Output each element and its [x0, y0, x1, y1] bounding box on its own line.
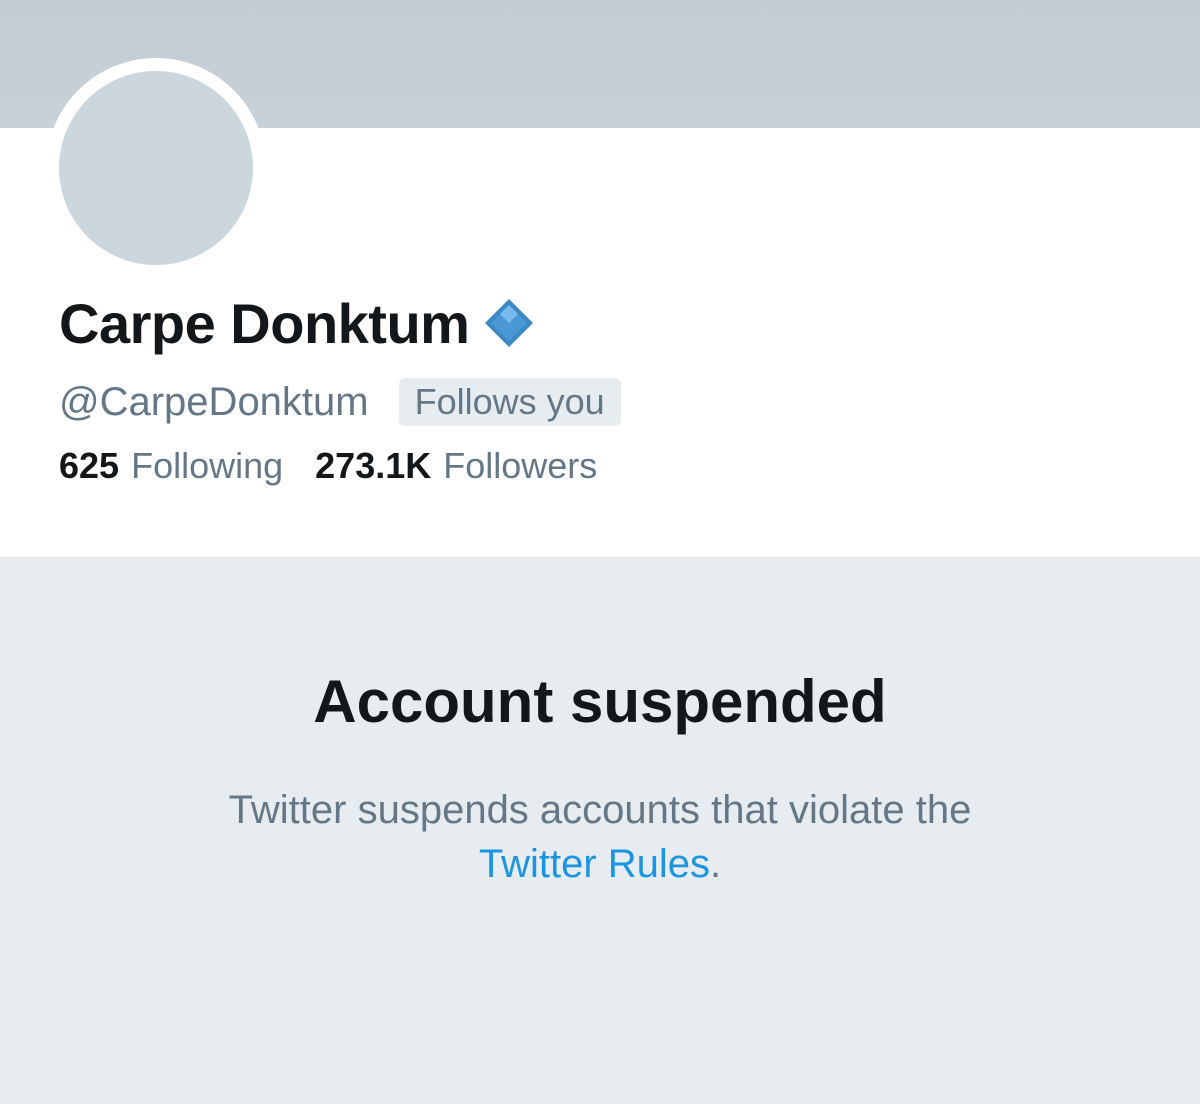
suspension-message: Twitter suspends accounts that violate t… — [228, 788, 972, 832]
avatar[interactable] — [59, 71, 253, 265]
twitter-rules-link[interactable]: Twitter Rules — [479, 842, 710, 886]
suspension-title: Account suspended — [313, 668, 887, 735]
followers-count: 273.1K — [315, 445, 432, 486]
name-row: Carpe Donktum — [59, 288, 535, 358]
follow-stats: 625 Following 273.1K Followers — [59, 444, 597, 488]
avatar-frame — [46, 58, 266, 278]
handle-row: @CarpeDonktum Follows you — [59, 374, 621, 430]
display-name: Carpe Donktum — [59, 291, 470, 355]
profile-page: Carpe Donktum @CarpeDonktum Follows you … — [0, 0, 1200, 1104]
trailing-period: . — [710, 842, 722, 886]
follows-you-badge: Follows you — [398, 378, 621, 426]
following-count: 625 — [59, 445, 120, 486]
followers-label: Followers — [443, 445, 598, 486]
blue-diamond-icon — [483, 297, 535, 349]
followers-stat[interactable]: 273.1K Followers — [315, 445, 597, 487]
following-stat[interactable]: 625 Following — [59, 445, 283, 487]
following-label: Following — [131, 445, 284, 486]
suspension-notice: Account suspended Twitter suspends accou… — [0, 557, 1200, 1104]
suspension-message-block: Twitter suspends accounts that violate t… — [100, 783, 1100, 891]
username-handle: @CarpeDonktum — [59, 379, 369, 424]
profile-header: Carpe Donktum @CarpeDonktum Follows you … — [0, 58, 1200, 557]
